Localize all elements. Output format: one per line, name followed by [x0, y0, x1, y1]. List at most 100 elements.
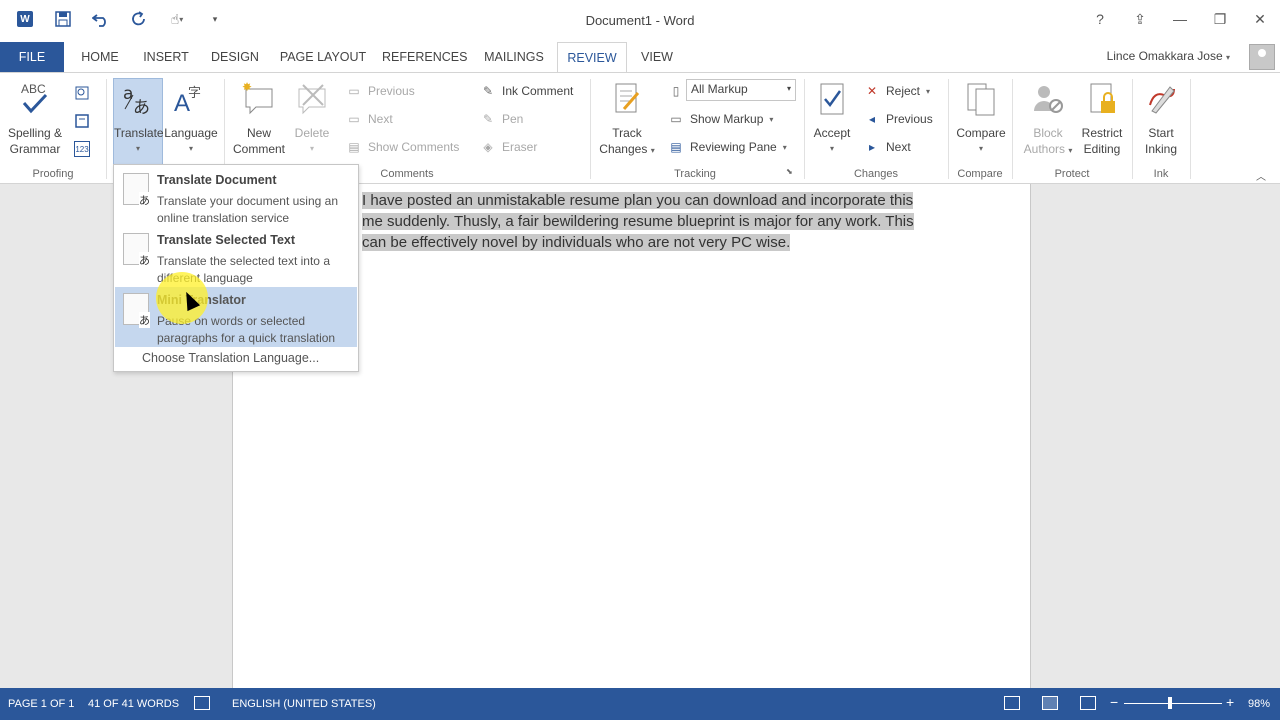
language-button[interactable]: A字 Language ▾ — [164, 79, 218, 157]
ink-group-label: Ink — [1153, 168, 1169, 180]
thesaurus-button[interactable] — [74, 111, 90, 131]
avatar[interactable] — [1249, 44, 1275, 70]
previous-comment-button[interactable]: ▭ Previous — [346, 81, 414, 101]
track-changes-button[interactable]: Track Changes ▾ — [596, 79, 658, 159]
inking-label-2: Inking — [1144, 142, 1178, 156]
zoom-out-button[interactable]: − — [1110, 694, 1118, 710]
restrict-editing-button[interactable]: Restrict Editing — [1078, 79, 1126, 157]
spelling-grammar-button[interactable]: ABC Spelling & Grammar — [4, 79, 66, 157]
show-markup-button[interactable]: ▭ Show Markup ▾ — [668, 109, 773, 129]
reviewing-pane-button[interactable]: ▤ Reviewing Pane ▾ — [668, 137, 786, 157]
eraser-button[interactable]: ◈ Eraser — [480, 137, 537, 157]
svg-text:ABC: ABC — [21, 82, 46, 96]
accept-button[interactable]: Accept ▾ — [810, 79, 854, 157]
svg-text:a: a — [123, 84, 133, 104]
delete-label: Delete — [294, 126, 330, 140]
proofing-group-label: Proofing — [32, 168, 74, 180]
zoom-level[interactable]: 98% — [1248, 698, 1270, 710]
delete-comment-button[interactable]: Delete ▾ — [290, 79, 334, 157]
print-layout-icon[interactable] — [1042, 696, 1058, 710]
tab-view[interactable]: VIEW — [636, 42, 678, 72]
accept-label: Accept — [813, 126, 851, 140]
redo-icon[interactable] — [122, 8, 156, 30]
zoom-in-button[interactable]: + — [1226, 694, 1234, 710]
tab-page-layout[interactable]: PAGE LAYOUT — [278, 42, 368, 72]
word-count[interactable]: 41 OF 41 WORDS — [88, 698, 179, 710]
tab-design[interactable]: DESIGN — [206, 42, 264, 72]
zoom-slider-thumb[interactable] — [1168, 697, 1172, 709]
show-comments-button[interactable]: ▤ Show Comments — [346, 137, 459, 157]
customize-qat-icon[interactable]: ▾ — [198, 8, 232, 30]
compare-label: Compare — [956, 126, 1006, 140]
next-change-button[interactable]: ▸ Next — [864, 137, 911, 157]
document-text[interactable]: I have posted an unmistakable resume pla… — [266, 190, 966, 253]
page-count[interactable]: PAGE 1 OF 1 — [8, 698, 74, 710]
web-layout-icon[interactable] — [1080, 696, 1096, 710]
tab-home[interactable]: HOME — [76, 42, 124, 72]
reject-button[interactable]: ✕ Reject ▾ — [864, 81, 930, 101]
word-count-button[interactable]: 123 — [74, 139, 90, 159]
block-authors-button[interactable]: Block Authors ▾ — [1018, 79, 1078, 159]
close-button[interactable]: ✕ — [1240, 6, 1280, 32]
menu-item-translate-selected-text[interactable]: Translate Selected Text Translate the se… — [115, 227, 357, 287]
menu-item-mini-translator[interactable]: Mini Translator Pause on words or select… — [115, 287, 357, 347]
document-line-1[interactable]: I have posted an unmistakable resume pla… — [362, 192, 914, 209]
ink-comment-button[interactable]: ✎ Ink Comment — [480, 81, 573, 101]
menu-item-translate-document[interactable]: Translate Document Translate your docume… — [115, 167, 357, 227]
eraser-icon: ◈ — [483, 140, 493, 154]
new-comment-label-2: Comment — [232, 142, 285, 156]
ribbon-display-icon[interactable]: ⇪ — [1120, 6, 1160, 32]
translate-button[interactable]: aあ Translate ▾ — [113, 78, 164, 166]
tab-references[interactable]: REFERENCES — [382, 42, 467, 72]
proofing-status-icon[interactable] — [194, 696, 210, 710]
word-app-icon[interactable]: W — [8, 8, 42, 30]
save-icon[interactable] — [46, 8, 80, 30]
language-label: Language — [164, 126, 218, 140]
minimize-button[interactable]: — — [1160, 6, 1200, 32]
tab-file[interactable]: FILE — [0, 42, 64, 72]
display-for-review-select[interactable]: All Markup ▾ — [686, 79, 796, 101]
new-comment-icon: ✸ — [241, 81, 277, 117]
read-mode-icon[interactable] — [1004, 696, 1020, 710]
track-changes-icon — [609, 81, 645, 117]
undo-icon[interactable] — [84, 8, 118, 30]
window-controls: ? ⇪ — ❐ ✕ — [1080, 6, 1280, 32]
protect-group-label: Protect — [1054, 168, 1090, 180]
compare-group-label: Compare — [957, 168, 1003, 180]
start-inking-button[interactable]: Start Inking — [1136, 79, 1186, 157]
menu-item-desc: Translate the selected text into a diffe… — [157, 254, 330, 285]
pen-icon: ✎ — [482, 112, 494, 126]
ink-comment-icon: ✎ — [482, 84, 494, 98]
user-name[interactable]: Lince Omakkara Jose ▾ — [1107, 49, 1230, 63]
compare-dropdown-caret: ▾ — [978, 144, 983, 153]
zoom-slider[interactable] — [1124, 703, 1222, 704]
previous-change-button[interactable]: ◂ Previous — [864, 109, 933, 129]
show-comments-icon: ▤ — [348, 140, 360, 154]
tab-insert[interactable]: INSERT — [138, 42, 194, 72]
collapse-ribbon-icon[interactable]: ︿ — [1256, 165, 1266, 185]
next-comment-icon: ▭ — [348, 112, 360, 126]
compare-button[interactable]: Compare ▾ — [954, 79, 1008, 157]
group-separator — [590, 79, 591, 179]
tab-mailings[interactable]: MAILINGS — [478, 42, 550, 72]
next-comment-button[interactable]: ▭ Next — [346, 109, 392, 129]
document-line-3[interactable]: can be effectively novel by individuals … — [362, 234, 791, 251]
restore-button[interactable]: ❐ — [1200, 6, 1240, 32]
title-bar: W ☝ ▾ ▾ Document1 - Word ? ⇪ — ❐ ✕ — [0, 0, 1280, 42]
document-line-2[interactable]: me suddenly. Thusly, a fair bewildering … — [362, 213, 914, 230]
help-icon[interactable]: ? — [1080, 6, 1120, 32]
word-count-icon: 123 — [74, 141, 90, 157]
pen-button[interactable]: ✎ Pen — [480, 109, 523, 129]
tab-review[interactable]: REVIEW — [557, 42, 627, 73]
start-inking-icon — [1143, 81, 1179, 117]
group-separator — [948, 79, 949, 179]
track-label-2: Changes ▾ — [599, 142, 655, 156]
translate-selected-text-icon — [123, 233, 150, 268]
choose-translation-language[interactable]: Choose Translation Language... — [142, 351, 319, 365]
group-separator — [804, 79, 805, 179]
define-button[interactable] — [74, 83, 90, 103]
touch-mode-icon[interactable]: ☝ ▾ — [160, 8, 194, 30]
new-comment-button[interactable]: ✸ New Comment — [230, 79, 288, 157]
changes-group-label: Changes — [853, 168, 899, 180]
language-status[interactable]: ENGLISH (UNITED STATES) — [232, 698, 376, 710]
